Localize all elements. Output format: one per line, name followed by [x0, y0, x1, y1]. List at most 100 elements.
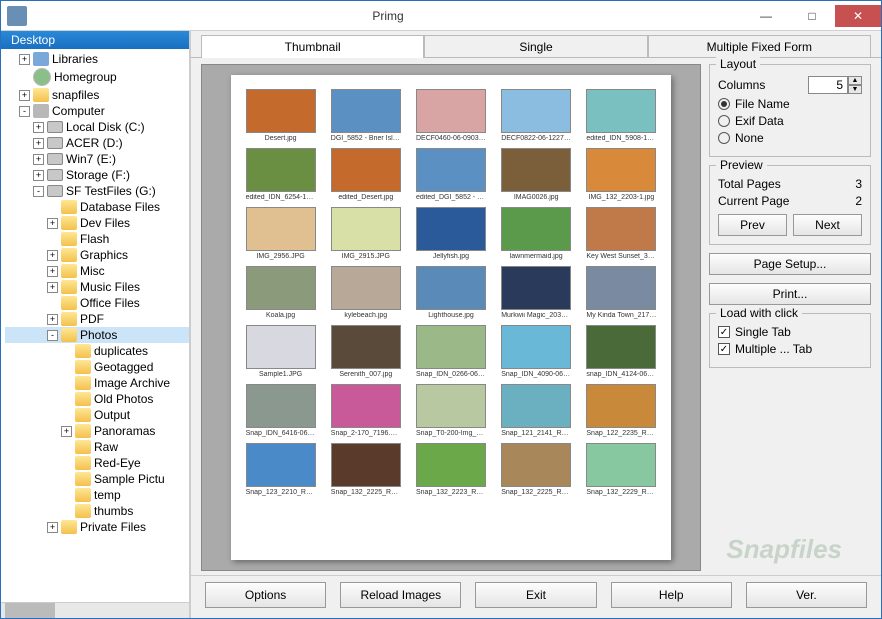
ver--button[interactable]: Ver. — [746, 582, 867, 608]
tree-expand-icon[interactable]: + — [33, 154, 44, 165]
thumbnail-cell[interactable]: Snap_132_2225_R2.JPG — [326, 443, 405, 496]
thumbnail-cell[interactable]: My Kinda Town_217440… — [582, 266, 661, 319]
thumbnail-cell[interactable]: Snap_123_2210_R2.JPG — [241, 443, 320, 496]
tree-node[interactable]: +Local Disk (C:) — [5, 119, 189, 135]
thumbnail-cell[interactable]: Snap_132_2223_R2 (Sh… — [411, 443, 490, 496]
thumbnail-cell[interactable]: Snap_132_2229_R2crop… — [582, 443, 661, 496]
tree-expand-icon[interactable]: + — [33, 170, 44, 181]
tree-expand-icon[interactable]: + — [33, 138, 44, 149]
tree-node[interactable]: +Dev Files — [5, 215, 189, 231]
thumbnail-cell[interactable]: Snap_IDN_4090-06-062… — [497, 325, 576, 378]
thumbnail-cell[interactable]: Sample1.JPG — [241, 325, 320, 378]
tree-expand-icon[interactable]: + — [61, 426, 72, 437]
thumbnail-cell[interactable]: DECF0460-06-0903.JPG — [411, 89, 490, 142]
tree-node[interactable]: Flash — [5, 231, 189, 247]
check-multiple-tab[interactable]: Multiple ... Tab — [718, 342, 862, 356]
reload-images-button[interactable]: Reload Images — [340, 582, 461, 608]
thumbnail-cell[interactable]: Snap_132_2225_R2.JPG — [497, 443, 576, 496]
tree-node[interactable]: temp — [5, 487, 189, 503]
tree-node[interactable]: +Storage (F:) — [5, 167, 189, 183]
thumbnail-cell[interactable]: edited_DGI_5852 - Brier… — [411, 148, 490, 201]
thumbnail-cell[interactable]: lawnmermaid.jpg — [497, 207, 576, 260]
tree-node[interactable]: Database Files — [5, 199, 189, 215]
next-button[interactable]: Next — [793, 214, 862, 236]
tree-expand-icon[interactable]: + — [47, 522, 58, 533]
thumbnail-cell[interactable]: IMG_2915.JPG — [326, 207, 405, 260]
thumbnail-cell[interactable]: Key West Sunset_36442… — [582, 207, 661, 260]
radio-none[interactable]: None — [718, 131, 862, 145]
thumbnail-cell[interactable]: Lighthouse.jpg — [411, 266, 490, 319]
radio-file-name[interactable]: File Name — [718, 97, 862, 111]
thumbnail-cell[interactable]: Jellyfish.jpg — [411, 207, 490, 260]
tab-single[interactable]: Single — [424, 35, 647, 58]
thumbnail-cell[interactable]: DGI_5852 - Brier Island … — [326, 89, 405, 142]
page-setup-button[interactable]: Page Setup... — [709, 253, 871, 275]
tree-expand-icon[interactable]: + — [33, 122, 44, 133]
thumbnail-cell[interactable]: Snap_122_2235_R2.JPG — [582, 384, 661, 437]
thumbnail-cell[interactable]: snap_IDN_4124-06-062… — [582, 325, 661, 378]
tab-thumbnail[interactable]: Thumbnail — [201, 35, 424, 58]
tree-node[interactable]: thumbs — [5, 503, 189, 519]
help-button[interactable]: Help — [611, 582, 732, 608]
exit-button[interactable]: Exit — [475, 582, 596, 608]
tree-node[interactable]: Homegroup — [5, 67, 189, 87]
thumbnail-cell[interactable]: Snap_2-170_7196.JPG — [326, 384, 405, 437]
check-single-tab[interactable]: Single Tab — [718, 325, 862, 339]
tree-node[interactable]: Image Archive — [5, 375, 189, 391]
tree-node[interactable]: +ACER (D:) — [5, 135, 189, 151]
tree-node[interactable]: +Win7 (E:) — [5, 151, 189, 167]
thumbnail-cell[interactable]: edited_Desert.jpg — [326, 148, 405, 201]
tree-node[interactable]: Output — [5, 407, 189, 423]
columns-spin-down[interactable]: ▼ — [848, 85, 862, 94]
thumbnail-cell[interactable]: IMG_2956.JPG — [241, 207, 320, 260]
tree-node[interactable]: +snapfiles — [5, 87, 189, 103]
tree-node[interactable]: Raw — [5, 439, 189, 455]
tree-node[interactable]: +Misc — [5, 263, 189, 279]
maximize-button[interactable]: □ — [789, 5, 835, 27]
tree-expand-icon[interactable]: + — [19, 90, 30, 101]
columns-spin-up[interactable]: ▲ — [848, 76, 862, 85]
thumbnail-cell[interactable]: Serenith_007.jpg — [326, 325, 405, 378]
tree-node[interactable]: +Panoramas — [5, 423, 189, 439]
radio-exif-data[interactable]: Exif Data — [718, 114, 862, 128]
columns-input[interactable] — [808, 76, 848, 94]
tree-node[interactable]: -SF TestFiles (G:) — [5, 183, 189, 199]
thumbnail-cell[interactable]: DECF0822-06-1227.JPG — [497, 89, 576, 142]
tree-node[interactable]: +Graphics — [5, 247, 189, 263]
options-button[interactable]: Options — [205, 582, 326, 608]
print-button[interactable]: Print... — [709, 283, 871, 305]
thumbnail-cell[interactable]: edited_IDN_5908-12-08… — [582, 89, 661, 142]
thumbnail-cell[interactable]: kylebeach.jpg — [326, 266, 405, 319]
tree-node[interactable]: duplicates — [5, 343, 189, 359]
tree-expand-icon[interactable]: + — [47, 250, 58, 261]
tree-node[interactable]: Red-Eye — [5, 455, 189, 471]
thumbnail-cell[interactable]: IMAG0026.jpg — [497, 148, 576, 201]
thumbnail-cell[interactable]: Koala.jpg — [241, 266, 320, 319]
tree-node[interactable]: +Private Files — [5, 519, 189, 535]
tree-expand-icon[interactable]: - — [47, 330, 58, 341]
thumbnail-cell[interactable]: Snap_IDN_6416-06-07… — [241, 384, 320, 437]
tree-expand-icon[interactable]: + — [47, 218, 58, 229]
thumbnail-cell[interactable]: Snap_IDN_0266-06-04… — [411, 325, 490, 378]
tree-h-scrollbar[interactable] — [1, 602, 189, 618]
tree-expand-icon[interactable]: + — [47, 314, 58, 325]
tree-expand-icon[interactable]: + — [47, 282, 58, 293]
tree-expand-icon[interactable]: - — [33, 186, 44, 197]
thumbnail-cell[interactable]: Murkwii Magic_2039285… — [497, 266, 576, 319]
thumbnail-cell[interactable]: Desert.jpg — [241, 89, 320, 142]
tree-node[interactable]: Office Files — [5, 295, 189, 311]
tree-expand-icon[interactable]: + — [47, 266, 58, 277]
tree-node[interactable]: +Music Files — [5, 279, 189, 295]
tree-node[interactable]: Sample Pictu — [5, 471, 189, 487]
tree-node[interactable]: Geotagged — [5, 359, 189, 375]
folder-tree[interactable]: +LibrariesHomegroup+snapfiles-Computer+L… — [1, 49, 189, 602]
thumbnail-cell[interactable]: Snap_121_2141_R2.JPG — [497, 384, 576, 437]
tree-node[interactable]: -Computer — [5, 103, 189, 119]
prev-button[interactable]: Prev — [718, 214, 787, 236]
tree-expand-icon[interactable]: - — [19, 106, 30, 117]
tree-node[interactable]: Old Photos — [5, 391, 189, 407]
minimize-button[interactable]: — — [743, 5, 789, 27]
tree-node[interactable]: +PDF — [5, 311, 189, 327]
thumbnail-cell[interactable]: edited_IDN_6254-12-09… — [241, 148, 320, 201]
tree-header[interactable]: Desktop — [1, 31, 189, 49]
